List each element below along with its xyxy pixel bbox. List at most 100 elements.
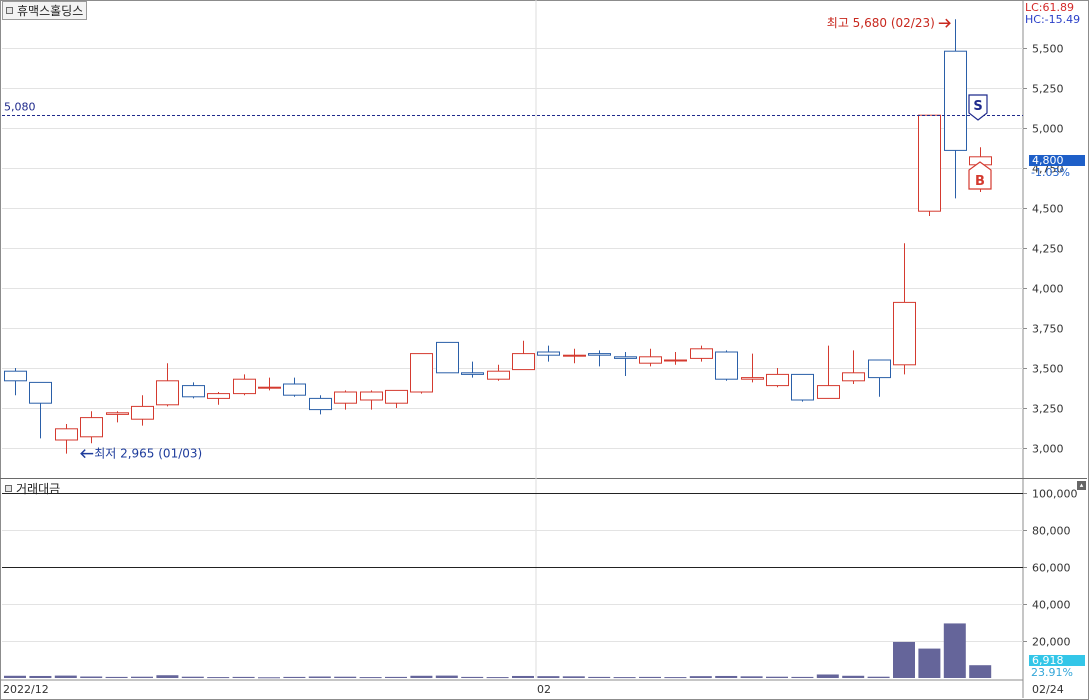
price-tick-label: 3,000 xyxy=(1032,443,1064,456)
x-label-start: 2022/12 xyxy=(3,683,49,696)
volume-bar xyxy=(562,676,585,678)
stock-name: 휴맥스홀딩스 xyxy=(17,4,84,18)
volume-bar xyxy=(689,676,712,678)
sell-signal-label: S xyxy=(973,99,982,114)
price-tick-label: 4,250 xyxy=(1032,243,1064,256)
candle-body xyxy=(588,353,611,356)
volume-bar xyxy=(156,675,179,678)
price-tick-label: 5,500 xyxy=(1032,43,1064,56)
price-tick-label: 3,250 xyxy=(1032,403,1064,416)
volume-bar xyxy=(105,676,128,678)
volume-bar xyxy=(131,676,153,678)
price-tick-label: 3,750 xyxy=(1032,323,1064,336)
volume-bar xyxy=(80,676,103,678)
candle-body xyxy=(791,373,814,401)
volume-bar xyxy=(537,676,560,678)
volume-bar xyxy=(54,675,77,678)
subpanel-title: 거래대금 xyxy=(16,482,61,496)
candle-body xyxy=(106,412,129,415)
square-menu-icon[interactable] xyxy=(5,485,12,492)
volume-bar xyxy=(588,676,611,678)
candle-body xyxy=(233,378,256,395)
volume-bar xyxy=(461,676,484,678)
candle-body xyxy=(563,354,586,357)
collapse-icon[interactable]: ▴ xyxy=(1077,481,1086,490)
volume-bar xyxy=(867,676,890,678)
buy-signal-label: B xyxy=(975,174,985,189)
candle-body xyxy=(182,385,205,398)
x-label-end: 02/24 xyxy=(1032,683,1064,696)
volume-bar xyxy=(308,676,331,678)
reference-line-label: 5,080 xyxy=(4,101,36,114)
price-tick-label: 5,000 xyxy=(1032,123,1064,136)
candle-body xyxy=(258,386,281,389)
price-tick-label: 3,500 xyxy=(1032,363,1064,376)
arrow-right-icon xyxy=(938,18,951,28)
volume-bar xyxy=(943,623,966,678)
price-tick-label: 5,250 xyxy=(1032,83,1064,96)
volume-bar xyxy=(791,676,814,678)
volume-bar xyxy=(359,677,382,679)
candle-body xyxy=(410,353,433,393)
candle-body xyxy=(207,393,230,399)
current-price-tag: 4,800 xyxy=(1029,155,1085,166)
volume-tick-label: 20,000 xyxy=(1032,636,1071,649)
current-volume-ratio: 23.91% xyxy=(1031,666,1073,679)
candle-body xyxy=(80,417,103,438)
volume-bar xyxy=(29,675,52,678)
volume-bar xyxy=(207,677,230,679)
volume-bar xyxy=(435,675,458,678)
volume-bar xyxy=(486,677,509,679)
subpanel-label[interactable]: 거래대금 xyxy=(2,480,63,497)
volume-bar xyxy=(334,676,357,678)
candle-body xyxy=(512,353,535,371)
volume-bar xyxy=(258,677,280,679)
volume-tick-label: 40,000 xyxy=(1032,599,1071,612)
volume-bar xyxy=(232,676,255,678)
candle-body xyxy=(664,359,687,362)
volume-bar xyxy=(766,676,788,678)
volume-bar xyxy=(181,676,204,678)
volume-tick-label: 60,000 xyxy=(1032,562,1071,575)
hc-indicator: HC:-15.49 xyxy=(1025,13,1081,26)
grid-layer xyxy=(0,0,1087,698)
volume-bar xyxy=(664,677,687,679)
volume-bar xyxy=(715,675,738,678)
volume-bar xyxy=(639,676,661,678)
volume-bar xyxy=(969,665,992,678)
current-volume-tag: 6,918 xyxy=(1029,655,1085,666)
candle-body xyxy=(385,389,408,404)
candle-body xyxy=(893,301,916,366)
candle-body xyxy=(487,370,510,380)
volume-bar xyxy=(512,675,534,678)
candle-body xyxy=(944,50,967,151)
candle-body xyxy=(817,385,840,399)
volume-bar xyxy=(918,648,941,678)
candle-body xyxy=(690,348,713,359)
price-tick-label: 4,000 xyxy=(1032,283,1064,296)
volume-tick-label: 100,000 xyxy=(1032,488,1078,501)
candle-body xyxy=(156,380,179,406)
volume-bar xyxy=(385,676,407,678)
candle-body xyxy=(715,351,738,380)
candle-body xyxy=(283,383,306,396)
volume-layer xyxy=(4,623,992,679)
candle-body xyxy=(55,428,78,441)
volume-bar xyxy=(4,675,26,678)
overlay-layer: 5,080 최고 5,680 (02/23) 최저 2,965 (01/03) S B xyxy=(2,16,1023,461)
volume-bar xyxy=(893,641,915,678)
square-menu-icon[interactable] xyxy=(6,7,13,14)
stock-name-label[interactable]: 휴맥스홀딩스 xyxy=(2,1,88,20)
candle-body xyxy=(309,397,332,411)
arrow-left-icon xyxy=(80,449,94,459)
candle-body xyxy=(131,405,154,420)
volume-bar xyxy=(613,677,636,679)
x-label-mid: 02 xyxy=(537,683,551,696)
candle-body xyxy=(918,114,941,212)
volume-bar xyxy=(283,676,306,678)
candle-body xyxy=(766,373,789,387)
low-annotation: 최저 2,965 (01/03) xyxy=(94,447,202,461)
axis-layer: 5,5005,2505,0004,7504,5004,2504,0003,750… xyxy=(3,43,1078,697)
price-tick-label: 4,500 xyxy=(1032,203,1064,216)
stock-chart[interactable]: 5,5005,2505,0004,7504,5004,2504,0003,750… xyxy=(0,0,1089,700)
